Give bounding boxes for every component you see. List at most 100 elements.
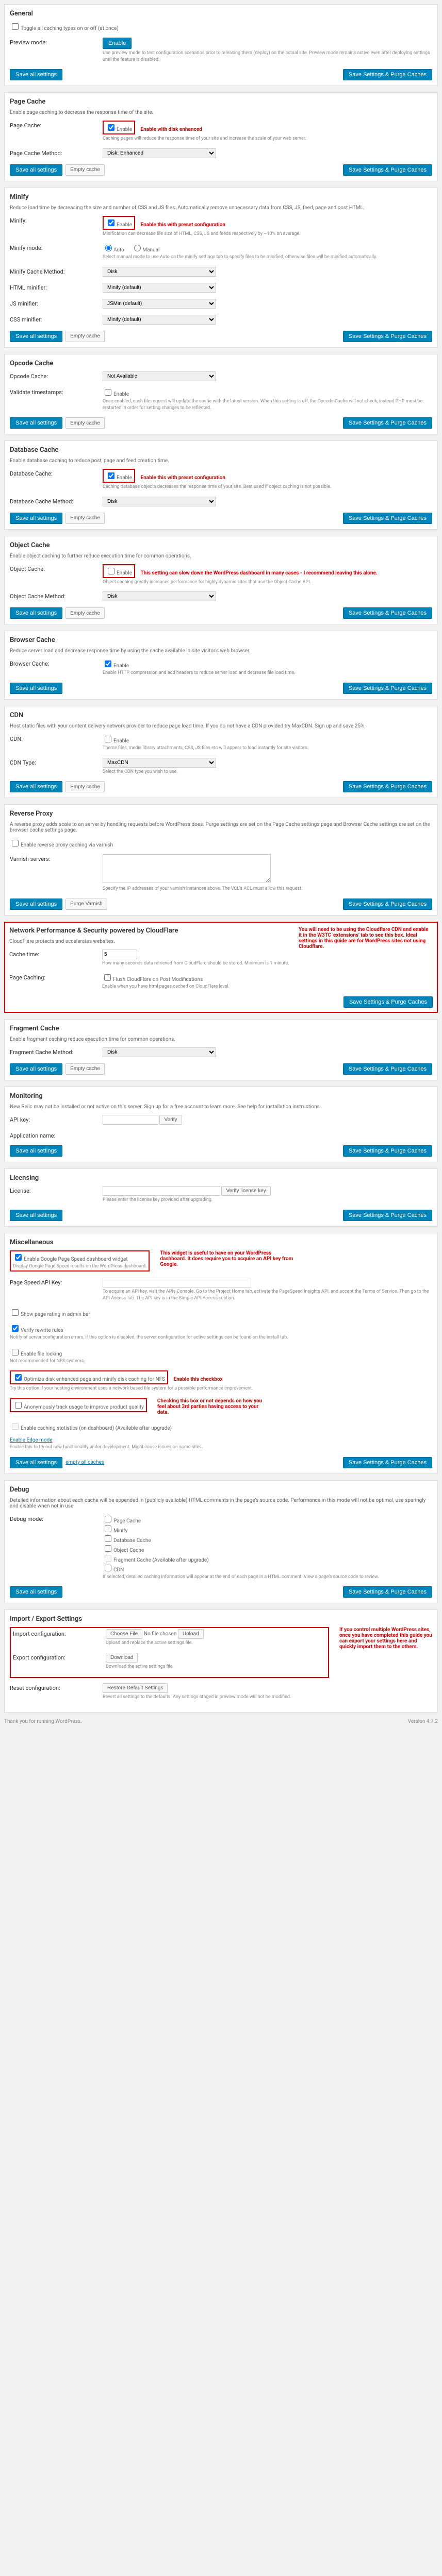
page-cache-enable[interactable]: Enable bbox=[106, 127, 132, 132]
empty-cache-button[interactable]: Empty cache bbox=[66, 164, 105, 176]
empty-cache-button[interactable]: Empty cache bbox=[66, 513, 105, 524]
minify-mode-manual[interactable]: Manual bbox=[132, 247, 159, 253]
annotation: Enable with disk enhanced bbox=[140, 127, 202, 132]
upload-button[interactable]: Upload bbox=[178, 1629, 204, 1639]
save-purge-button[interactable]: Save Settings & Purge Caches bbox=[343, 781, 432, 792]
save-purge-button[interactable]: Save Settings & Purge Caches bbox=[343, 1457, 432, 1468]
varnish-servers-textarea[interactable] bbox=[103, 854, 271, 883]
save-purge-button[interactable]: Save Settings & Purge Caches bbox=[343, 1063, 432, 1075]
page-cache-section: Page Cache Enable page caching to decrea… bbox=[4, 92, 438, 181]
browser-cache-enable[interactable]: Enable bbox=[103, 663, 129, 669]
misc-section: Miscellaneous Enable Google Page Speed d… bbox=[4, 1233, 438, 1474]
purge-varnish-button[interactable]: Purge Varnish bbox=[66, 899, 107, 910]
empty-cache-button[interactable]: Empty cache bbox=[66, 417, 105, 429]
opcode-section: Opcode Cache Opcode Cache:Not Available … bbox=[4, 354, 438, 434]
save-purge-button[interactable]: Save Settings & Purge Caches bbox=[343, 1210, 432, 1221]
minify-section: Minify Reduce load time by decreasing th… bbox=[4, 188, 438, 348]
save-purge-button[interactable]: Save Settings & Purge Caches bbox=[343, 164, 432, 176]
save-all-button[interactable]: Save all settings bbox=[10, 331, 62, 342]
cdn-enable[interactable]: Enable bbox=[103, 738, 129, 744]
database-cache-method[interactable]: Disk bbox=[103, 497, 216, 506]
empty-cache-button[interactable]: Empty cache bbox=[66, 607, 105, 619]
cloudflare-section: Network Performance & Security powered b… bbox=[4, 922, 438, 1013]
save-all-button[interactable]: Save all settings bbox=[10, 1145, 62, 1157]
enable-pagespeed-widget[interactable]: Enable Google Page Speed dashboard widge… bbox=[13, 1257, 128, 1262]
save-all-button[interactable]: Save all settings bbox=[10, 164, 62, 176]
pagespeed-api-key-input[interactable] bbox=[103, 1278, 251, 1287]
css-minifier[interactable]: Minify (default) bbox=[103, 315, 216, 325]
licensing-section: Licensing License: Verify license key Pl… bbox=[4, 1168, 438, 1227]
debug-minify[interactable]: Minify bbox=[103, 1528, 127, 1534]
track-usage-checkbox[interactable]: Anonymously track usage to improve produ… bbox=[13, 1404, 144, 1410]
footer-version: Version 4.7.2 bbox=[408, 1719, 438, 1724]
save-all-button[interactable]: Save all settings bbox=[10, 1457, 62, 1468]
cdn-type-select[interactable]: MaxCDN bbox=[103, 758, 216, 768]
optimize-nfs-checkbox[interactable]: Optimize disk enhanced page and minify d… bbox=[13, 1377, 165, 1382]
preview-enable-button[interactable]: Enable bbox=[103, 38, 132, 49]
empty-cache-button[interactable]: Empty cache bbox=[66, 1063, 105, 1075]
verify-rewrite-checkbox[interactable]: Verify rewrite rules bbox=[10, 1328, 63, 1333]
preview-label: Preview mode: bbox=[10, 38, 103, 46]
save-purge-button[interactable]: Save Settings & Purge Caches bbox=[343, 899, 432, 910]
cache-time-input[interactable] bbox=[102, 950, 137, 959]
api-key-input[interactable] bbox=[103, 1115, 158, 1125]
minify-mode-auto[interactable]: Auto bbox=[103, 247, 124, 253]
save-all-button[interactable]: Save all settings bbox=[10, 781, 62, 792]
flush-cloudflare-checkbox[interactable]: Flush CloudFlare on Post Modifications bbox=[102, 977, 203, 982]
save-all-button[interactable]: Save all settings bbox=[10, 417, 62, 429]
save-all-button[interactable]: Save all settings bbox=[10, 1063, 62, 1075]
restore-defaults-button[interactable]: Restore Default Settings bbox=[103, 1683, 168, 1693]
empty-cache-button[interactable]: Empty cache bbox=[66, 781, 105, 792]
save-all-button[interactable]: Save all settings bbox=[10, 1586, 62, 1598]
debug-cdn[interactable]: CDN bbox=[103, 1567, 124, 1573]
object-cache-enable[interactable]: Enable bbox=[106, 570, 132, 576]
save-purge-button[interactable]: Save Settings & Purge Caches bbox=[343, 1145, 432, 1157]
reverse-proxy-enable[interactable]: Enable reverse proxy caching via varnish bbox=[10, 842, 113, 848]
save-purge-button[interactable]: Save Settings & Purge Caches bbox=[343, 69, 432, 80]
download-button[interactable]: Download bbox=[106, 1653, 138, 1663]
general-section: General Toggle all caching types on or o… bbox=[4, 4, 438, 86]
database-cache-enable[interactable]: Enable bbox=[106, 475, 132, 481]
save-purge-button[interactable]: Save Settings & Purge Caches bbox=[343, 996, 433, 1008]
save-all-button[interactable]: Save all settings bbox=[10, 69, 62, 80]
verify-license-button[interactable]: Verify license key bbox=[221, 1186, 270, 1196]
page-cache-method-select[interactable]: Disk: Enhanced bbox=[103, 148, 216, 158]
caching-stats-checkbox[interactable]: Enable caching statistics (on dashboard)… bbox=[10, 1426, 172, 1431]
save-purge-button[interactable]: Save Settings & Purge Caches bbox=[343, 1586, 432, 1598]
save-purge-button[interactable]: Save Settings & Purge Caches bbox=[343, 331, 432, 342]
fragment-cache-method[interactable]: Disk bbox=[103, 1047, 216, 1057]
debug-fragment[interactable]: Fragment Cache (Available after upgrade) bbox=[103, 1557, 209, 1563]
empty-cache-button[interactable]: Empty cache bbox=[66, 331, 105, 342]
object-cache-method[interactable]: Disk bbox=[103, 591, 216, 601]
opcode-select[interactable]: Not Available bbox=[103, 371, 216, 381]
debug-page-cache[interactable]: Page Cache bbox=[103, 1518, 141, 1524]
save-all-button[interactable]: Save all settings bbox=[10, 607, 62, 619]
minify-cache-method[interactable]: Disk bbox=[103, 267, 216, 277]
show-rating-checkbox[interactable]: Show page rating in admin bar bbox=[10, 1312, 90, 1317]
save-all-button[interactable]: Save all settings bbox=[10, 513, 62, 524]
debug-object[interactable]: Object Cache bbox=[103, 1548, 144, 1553]
minify-enable[interactable]: Enable bbox=[106, 222, 132, 228]
validate-timestamps[interactable]: Enable bbox=[103, 392, 129, 397]
save-purge-button[interactable]: Save Settings & Purge Caches bbox=[343, 607, 432, 619]
save-purge-button[interactable]: Save Settings & Purge Caches bbox=[343, 683, 432, 694]
html-minifier[interactable]: Minify (default) bbox=[103, 283, 216, 293]
choose-file-button[interactable]: Choose File bbox=[106, 1629, 142, 1639]
file-locking-checkbox[interactable]: Enable file locking bbox=[10, 1351, 62, 1357]
debug-section: Debug Detailed information about each ca… bbox=[4, 1480, 438, 1604]
save-all-button[interactable]: Save all settings bbox=[10, 1210, 62, 1221]
save-purge-button[interactable]: Save Settings & Purge Caches bbox=[343, 417, 432, 429]
toggle-all-checkbox[interactable]: Toggle all caching types on or off (at o… bbox=[10, 26, 119, 31]
save-all-button[interactable]: Save all settings bbox=[10, 899, 62, 910]
save-all-button[interactable]: Save all settings bbox=[10, 683, 62, 694]
import-export-section: Import / Export Settings Import configur… bbox=[4, 1609, 438, 1713]
database-cache-section: Database Cache Enable database caching t… bbox=[4, 440, 438, 530]
js-minifier[interactable]: JSMin (default) bbox=[103, 299, 216, 309]
license-input[interactable] bbox=[103, 1186, 220, 1196]
verify-button[interactable]: Verify bbox=[159, 1115, 182, 1125]
debug-database[interactable]: Database Cache bbox=[103, 1538, 151, 1544]
enable-edge-link[interactable]: Enable Edge mode bbox=[10, 1437, 53, 1443]
save-purge-button[interactable]: Save Settings & Purge Caches bbox=[343, 513, 432, 524]
empty-all-caches-link[interactable]: empty all caches bbox=[66, 1460, 104, 1465]
footer-thanks: Thank you for running WordPress. bbox=[4, 1719, 82, 1724]
